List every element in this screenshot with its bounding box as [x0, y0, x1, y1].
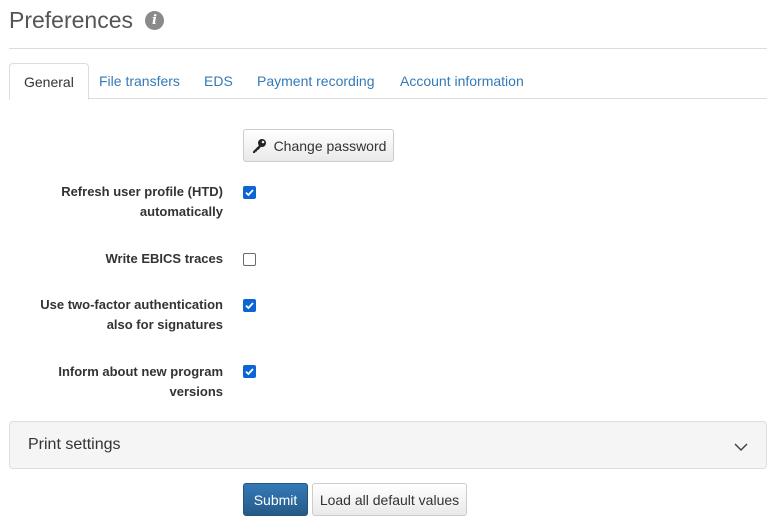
refresh-profile-checkbox[interactable] [243, 186, 256, 199]
option-label-refresh-profile: Refresh user profile (HTD) automatically [61, 184, 223, 219]
info-icon[interactable]: i [145, 11, 165, 30]
tab-payment-recording[interactable]: Payment recording [257, 63, 375, 99]
key-icon [251, 138, 267, 154]
two-factor-checkbox[interactable] [243, 299, 256, 312]
print-settings-title: Print settings [28, 436, 121, 453]
page-title-text: Preferences [9, 7, 134, 33]
chevron-down-icon[interactable] [734, 439, 748, 457]
title-divider [9, 48, 767, 49]
print-settings-panel[interactable]: Print settings [9, 421, 767, 469]
page-title: Preferences i [9, 7, 165, 34]
tab-account-information[interactable]: Account information [400, 63, 524, 99]
tab-general[interactable]: General [9, 63, 89, 100]
submit-button[interactable]: Submit [243, 483, 308, 516]
change-password-button[interactable]: Change password [243, 129, 394, 162]
inform-new-versions-checkbox[interactable] [243, 365, 256, 378]
change-password-label: Change password [273, 137, 387, 154]
option-label-write-ebics-traces: Write EBICS traces [105, 251, 223, 266]
tab-file-transfers[interactable]: File transfers [99, 63, 180, 99]
tab-eds[interactable]: EDS [204, 63, 233, 99]
option-label-two-factor: Use two-factor authentication also for s… [40, 297, 223, 332]
write-ebics-traces-checkbox[interactable] [243, 253, 256, 266]
option-label-inform-new-versions: Inform about new program versions [58, 364, 223, 399]
load-defaults-button[interactable]: Load all default values [312, 483, 467, 516]
tab-bar: General File transfers EDS Payment recor… [9, 63, 767, 100]
